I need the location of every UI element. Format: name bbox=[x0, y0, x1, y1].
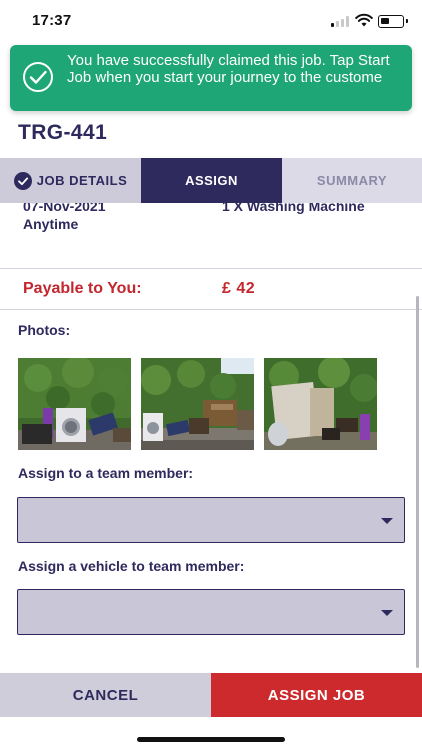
success-toast[interactable]: You have successfully claimed this job. … bbox=[10, 45, 412, 111]
battery-icon bbox=[378, 15, 408, 28]
toast-message: You have successfully claimed this job. … bbox=[67, 52, 390, 86]
check-circle-icon bbox=[23, 62, 53, 92]
assign-job-button[interactable]: ASSIGN JOB bbox=[211, 673, 422, 717]
scrollbar[interactable] bbox=[416, 296, 419, 668]
photo-thumbnail[interactable] bbox=[18, 358, 131, 450]
job-item: 1 X Washing Machine bbox=[222, 203, 365, 214]
cancel-button[interactable]: CANCEL bbox=[0, 673, 211, 717]
signal-icon bbox=[331, 16, 351, 27]
photo-thumbnail[interactable] bbox=[141, 358, 254, 450]
tab-label: JOB DETAILS bbox=[36, 173, 128, 188]
status-time: 17:37 bbox=[32, 12, 72, 29]
home-indicator bbox=[137, 737, 285, 742]
payable-label: Payable to You: bbox=[23, 280, 142, 297]
status-bar: 17:37 bbox=[0, 0, 422, 42]
team-member-select[interactable] bbox=[17, 497, 405, 543]
photos-label: Photos: bbox=[18, 322, 71, 338]
photo-thumbnail[interactable] bbox=[264, 358, 377, 450]
job-date: 07-Nov-2021 bbox=[23, 203, 106, 214]
job-info: 07-Nov-2021 Anytime 1 X Washing Machine bbox=[0, 203, 422, 269]
job-time-window: Anytime bbox=[23, 216, 79, 232]
chevron-down-icon bbox=[381, 518, 393, 524]
assign-vehicle-label: Assign a vehicle to team member: bbox=[18, 558, 245, 574]
tab-bar: JOB DETAILS ASSIGN SUMMARY bbox=[0, 158, 422, 203]
tab-label: SUMMARY bbox=[316, 173, 388, 188]
payable-row: Payable to You: £ 42 bbox=[0, 270, 422, 310]
wifi-icon bbox=[355, 13, 373, 27]
vehicle-select[interactable] bbox=[17, 589, 405, 635]
payable-amount: £ 42 bbox=[222, 280, 256, 297]
job-reference: TRG-441 bbox=[18, 121, 108, 144]
tab-job-details[interactable]: JOB DETAILS bbox=[0, 158, 141, 203]
tab-assign[interactable]: ASSIGN bbox=[141, 158, 282, 203]
assign-member-label: Assign to a team member: bbox=[18, 465, 194, 481]
chevron-down-icon bbox=[381, 610, 393, 616]
tab-summary[interactable]: SUMMARY bbox=[282, 158, 422, 203]
check-circle-icon bbox=[13, 171, 32, 190]
tab-label: ASSIGN bbox=[185, 173, 238, 188]
